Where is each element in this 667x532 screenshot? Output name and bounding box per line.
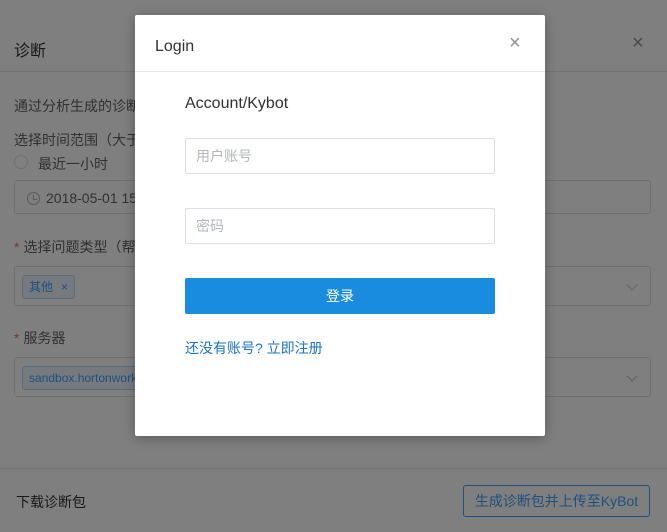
login-button[interactable]: 登录 (185, 278, 495, 314)
login-modal-header: Login × (135, 15, 545, 72)
password-input[interactable] (185, 208, 495, 244)
username-input[interactable] (185, 138, 495, 174)
login-modal: Login × Account/Kybot 登录 还没有账号? 立即注册 (135, 15, 545, 436)
account-brand-heading: Account/Kybot (185, 95, 289, 112)
close-icon[interactable]: × (509, 33, 521, 53)
login-modal-title: Login (155, 38, 195, 55)
register-link[interactable]: 还没有账号? 立即注册 (185, 338, 323, 358)
